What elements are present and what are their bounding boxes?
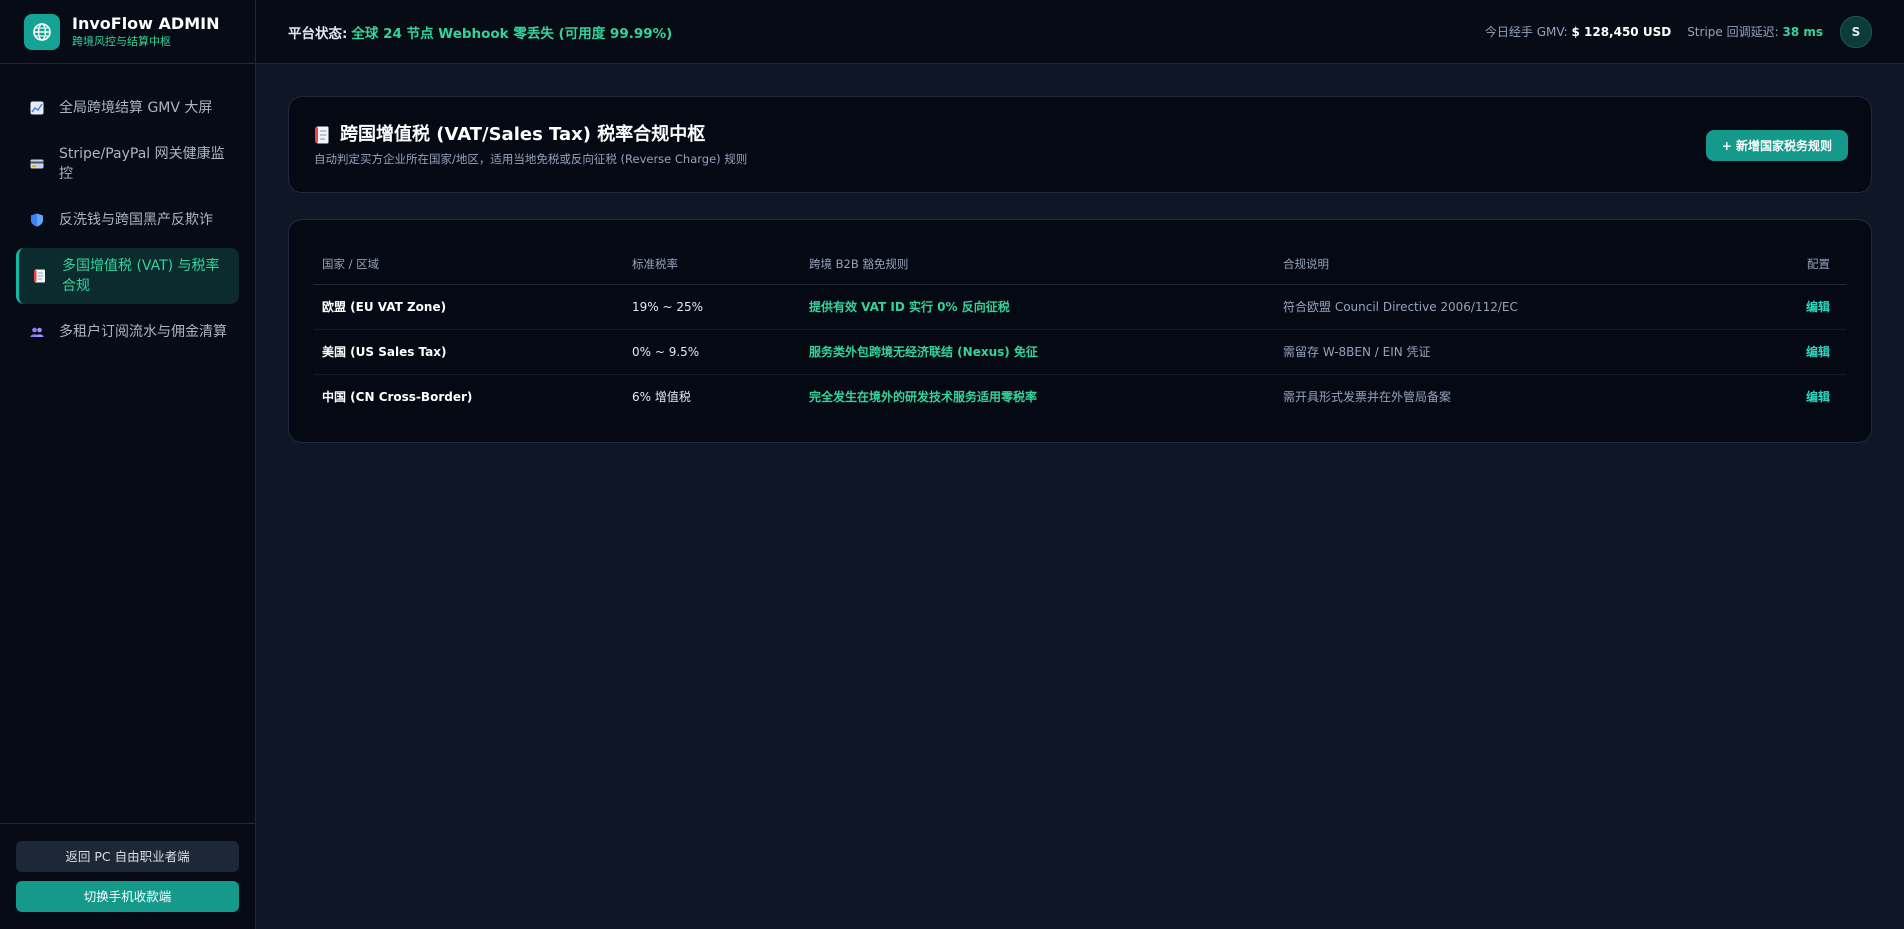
latency-value: 38 ms [1782,25,1823,39]
page-title: 跨国增值税 (VAT/Sales Tax) 税率合规中枢 [314,123,1847,147]
cell-compliance-note: 符合欧盟 Council Directive 2006/112/EC [1275,284,1735,330]
cell-exemption-rule: 服务类外包跨境无经济联结 (Nexus) 免征 [801,329,1275,375]
column-header-config: 配置 [1735,244,1846,285]
cell-region: 中国 (CN Cross-Border) [322,390,473,405]
gmv-value: $ 128,450 USD [1571,25,1672,39]
credit-card-icon [30,159,44,169]
sidebar-item-label: 多租户订阅流水与佣金清算 [59,324,227,340]
cell-compliance-note: 需开具形式发票并在外管局备案 [1283,390,1452,405]
latency-label: Stripe 回调延迟: [1687,25,1779,39]
shield-icon [31,213,43,227]
cell-config: 编辑 [1735,329,1846,375]
column-header-exemption: 跨境 B2B 豁免规则 [801,244,1275,285]
back-to-pc-button[interactable]: 返回 PC 自由职业者端 [16,841,239,872]
cell-rate: 0% ~ 9.5% [624,329,801,375]
document-icon [34,269,45,283]
page-header-card: 跨国增值税 (VAT/Sales Tax) 税率合规中枢 自动判定买方企业所在国… [288,96,1872,193]
table-row: 欧盟 (EU VAT Zone) 19% ~ 25% 提供有效 VAT ID 实… [314,284,1846,330]
cell-config: 编辑 [1735,284,1846,330]
gmv-label: 今日经手 GMV: [1484,25,1568,39]
platform-status-value: 全球 24 节点 Webhook 零丢失 (可用度 99.99%) [351,25,673,42]
tax-rules-card: 国家 / 区域 标准税率 跨境 B2B 豁免规则 合规说明 配置 欧盟 (EU … [288,219,1872,443]
cell-region: 美国 (US Sales Tax) [314,329,624,375]
sidebar-footer: 返回 PC 自由职业者端 切换手机收款端 [0,823,255,929]
edit-link[interactable]: 编辑 [1806,345,1830,359]
edit-link[interactable]: 编辑 [1806,390,1830,404]
add-tax-rule-button[interactable]: + 新增国家税务规则 [1705,130,1848,161]
sidebar-item-label: 多国增值税 (VAT) 与税率合规 [62,258,220,294]
brand: InvoFlow ADMIN 跨境风控与结算中枢 [0,0,255,64]
platform-status-label: 平台状态: [288,25,348,42]
cell-config: 编辑 [1735,374,1846,419]
gmv-metric: 今日经手 GMV: $ 128,450 USD [1485,23,1671,40]
table-row: 中国 (CN Cross-Border) 6% 增值税 完全发生在境外的研发技术… [314,374,1846,419]
edit-link[interactable]: 编辑 [1806,300,1830,314]
cell-region: 欧盟 (EU VAT Zone) [314,284,624,330]
sidebar-item-gateway-health[interactable]: Stripe/PayPal 网关健康监控 [16,136,239,192]
brand-title: InvoFlow ADMIN [72,13,220,33]
cell-exemption-rule: 完全发生在境外的研发技术服务适用零税率 [809,390,1038,405]
page-subtitle: 自动判定买方企业所在国家/地区，适用当地免税或反向征税 (Reverse Cha… [314,152,748,166]
chart-icon [30,101,44,115]
column-header-rate: 标准税率 [624,244,801,285]
page-title-text: 跨国增值税 (VAT/Sales Tax) 税率合规中枢 [340,124,706,145]
brand-subtitle: 跨境风控与结算中枢 [72,34,171,48]
sidebar-item-label: Stripe/PayPal 网关健康监控 [59,146,225,182]
sidebar-item-subscription-settlement[interactable]: 多租户订阅流水与佣金清算 [16,312,239,352]
sidebar-item-label: 全局跨境结算 GMV 大屏 [59,100,213,116]
globe-icon [24,13,60,50]
switch-mobile-button[interactable]: 切换手机收款端 [16,881,239,912]
users-icon [30,327,44,337]
cell-rate: 6% 增值税 [632,390,691,405]
sidebar: InvoFlow ADMIN 跨境风控与结算中枢 全局跨境结算 GMV 大屏 S… [0,0,256,929]
cell-compliance-note: 需留存 W-8BEN / EIN 凭证 [1275,329,1735,375]
column-header-note: 合规说明 [1275,244,1735,285]
table-header-row: 国家 / 区域 标准税率 跨境 B2B 豁免规则 合规说明 配置 [314,244,1846,285]
avatar[interactable]: S [1840,15,1872,48]
top-header: 平台状态: 全球 24 节点 Webhook 零丢失 (可用度 99.99%) … [256,0,1904,64]
sidebar-item-gmv-dashboard[interactable]: 全局跨境结算 GMV 大屏 [16,88,239,128]
sidebar-nav: 全局跨境结算 GMV 大屏 Stripe/PayPal 网关健康监控 反洗钱与跨… [16,88,239,360]
document-icon [315,126,329,144]
tax-rules-table: 国家 / 区域 标准税率 跨境 B2B 豁免规则 合规说明 配置 欧盟 (EU … [314,244,1846,419]
sidebar-item-label: 反洗钱与跨国黑产反欺诈 [59,212,213,228]
sidebar-item-anti-fraud[interactable]: 反洗钱与跨国黑产反欺诈 [16,200,239,240]
latency-metric: Stripe 回调延迟: 38 ms [1687,23,1823,40]
cell-rate: 19% ~ 25% [624,284,801,330]
cell-exemption-rule: 提供有效 VAT ID 实行 0% 反向征税 [801,284,1275,330]
column-header-region: 国家 / 区域 [314,244,624,285]
sidebar-item-vat-compliance[interactable]: 多国增值税 (VAT) 与税率合规 [16,248,239,304]
header-metrics: 今日经手 GMV: $ 128,450 USD Stripe 回调延迟: 38 … [1469,15,1872,48]
table-row: 美国 (US Sales Tax) 0% ~ 9.5% 服务类外包跨境无经济联结… [314,329,1846,375]
